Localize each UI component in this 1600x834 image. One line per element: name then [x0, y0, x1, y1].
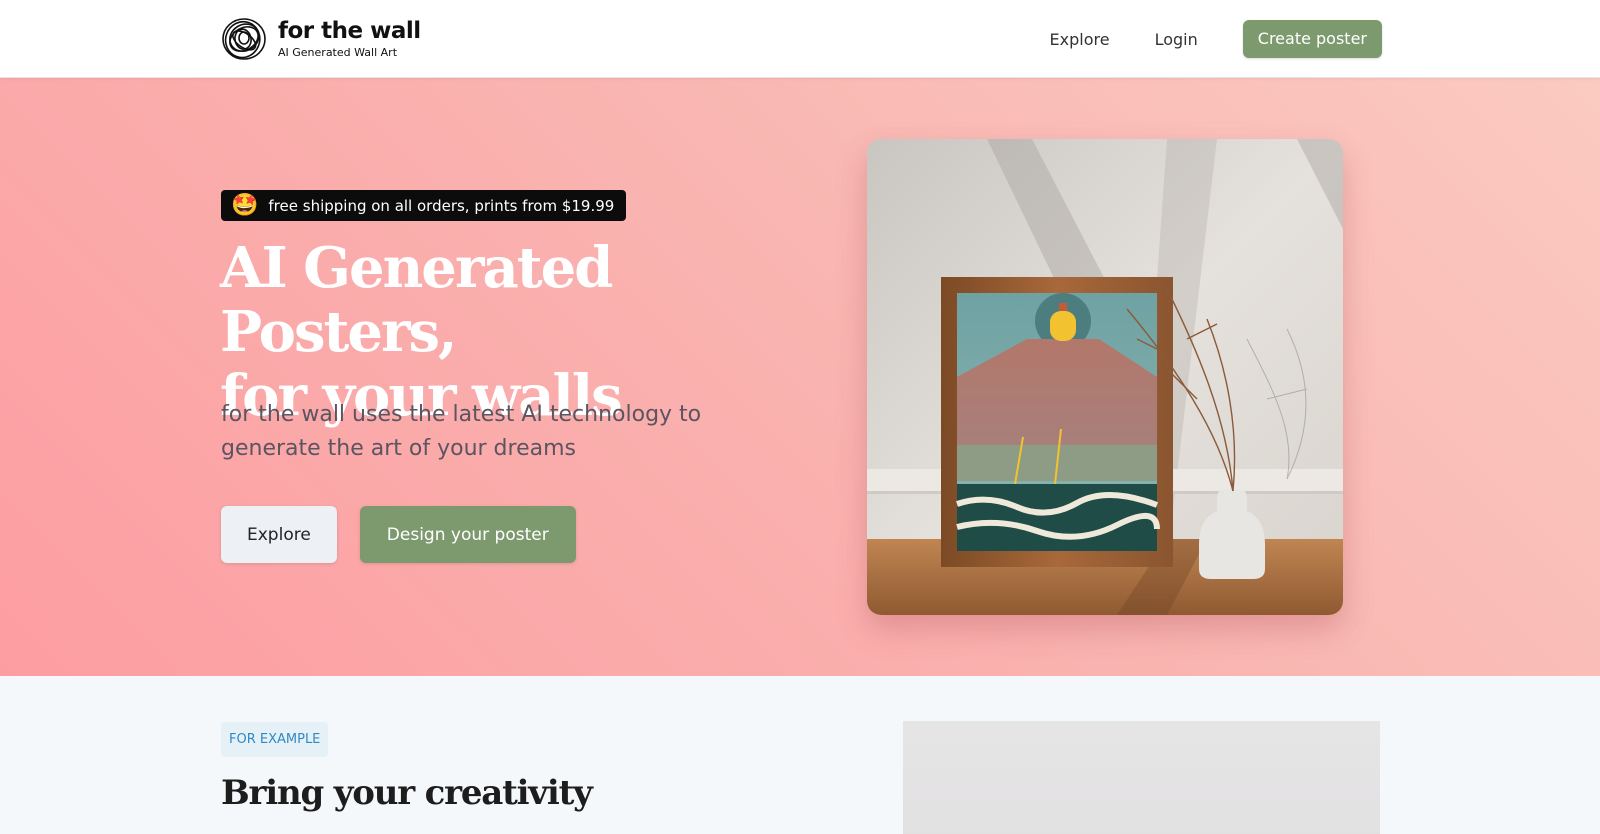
main-nav: Explore Login Create poster: [1050, 20, 1382, 58]
logo-title: for the wall: [278, 18, 421, 44]
scribble-logo-icon: [222, 18, 266, 60]
hero-actions: Explore Design your poster: [221, 506, 576, 563]
section-title: Bring your creativity: [221, 773, 593, 813]
example-image: [903, 721, 1380, 834]
logo[interactable]: for the wall AI Generated Wall Art: [220, 14, 421, 64]
hero-title-line1: AI Generated Posters,: [220, 235, 613, 365]
section-eyebrow: FOR EXAMPLE: [221, 722, 329, 757]
logo-subtitle: AI Generated Wall Art: [278, 46, 398, 59]
shipping-badge-text: free shipping on all orders, prints from…: [268, 196, 615, 215]
site-header: for the wall AI Generated Wall Art Explo…: [0, 0, 1600, 78]
example-section: FOR EXAMPLE Bring your creativity: [0, 676, 1600, 834]
shipping-badge: 🤩 free shipping on all orders, prints fr…: [221, 190, 627, 221]
hero-section: 🤩 free shipping on all orders, prints fr…: [0, 78, 1600, 676]
hero-description: for the wall uses the latest AI technolo…: [221, 402, 702, 461]
design-poster-button[interactable]: Design your poster: [359, 506, 576, 563]
nav-explore-link[interactable]: Explore: [1050, 30, 1110, 49]
create-poster-button[interactable]: Create poster: [1242, 20, 1382, 58]
star-struck-emoji-icon: 🤩: [231, 192, 259, 218]
poster-mockup-image: [867, 139, 1343, 615]
explore-button[interactable]: Explore: [221, 506, 337, 563]
nav-login-link[interactable]: Login: [1155, 30, 1198, 49]
